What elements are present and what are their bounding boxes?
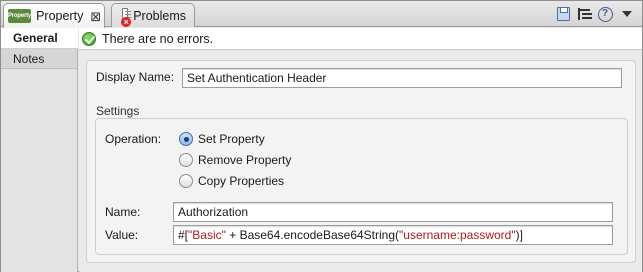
- tab-property[interactable]: Property Property ⊠: [3, 3, 105, 28]
- tree-button[interactable]: [576, 6, 592, 22]
- view-toolbar: ?: [555, 6, 634, 22]
- sidebar-item-general[interactable]: General: [1, 28, 78, 49]
- radio-button[interactable]: [179, 132, 193, 146]
- settings-group: Operation: Set Property Remove Property …: [95, 118, 628, 255]
- view-menu-button[interactable]: [618, 6, 634, 22]
- general-form: Display Name: Set Authentication Header …: [79, 51, 642, 272]
- help-icon: ?: [597, 6, 613, 22]
- value-field[interactable]: #["Basic" + Base64.encodeBase64String("u…: [173, 225, 613, 245]
- display-name-label: Display Name:: [96, 70, 175, 84]
- radio-button[interactable]: [179, 174, 193, 188]
- close-icon[interactable]: ⊠: [90, 10, 101, 23]
- radio-label: Set Property: [198, 132, 265, 146]
- property-icon: Property: [8, 9, 31, 23]
- radio-remove-property[interactable]: Remove Property: [179, 153, 291, 167]
- value-expression: + Base64.encodeBase64String(: [225, 228, 400, 242]
- validation-status-bar: There are no errors.: [79, 28, 642, 50]
- value-prefix: #[: [178, 228, 189, 242]
- operation-label: Operation:: [105, 132, 162, 146]
- save-button[interactable]: [555, 6, 571, 22]
- settings-title: Settings: [96, 104, 140, 118]
- sidebar: General Notes: [1, 28, 78, 272]
- form-panel: Display Name: Set Authentication Header …: [86, 60, 636, 263]
- radio-copy-properties[interactable]: Copy Properties: [179, 174, 284, 188]
- name-field[interactable]: Authorization: [173, 202, 613, 222]
- tree-icon: [577, 7, 591, 21]
- value-label: Value:: [105, 228, 139, 242]
- ok-check-icon: [82, 31, 96, 46]
- radio-label: Copy Properties: [198, 174, 285, 188]
- name-label: Name:: [105, 205, 141, 219]
- tab-problems[interactable]: Problems: [111, 3, 195, 27]
- sidebar-item-notes[interactable]: Notes: [1, 49, 77, 69]
- property-view: Property Property ⊠ Problems ? General N…: [0, 0, 643, 272]
- display-name-field[interactable]: Set Authentication Header: [182, 68, 622, 88]
- view-menu-icon: [622, 11, 632, 17]
- problems-icon: [121, 8, 132, 27]
- status-message: There are no errors.: [102, 31, 214, 46]
- radio-button[interactable]: [179, 153, 193, 167]
- tab-property-label: Property: [36, 9, 84, 23]
- view-tab-bar: Property Property ⊠ Problems ?: [1, 1, 642, 28]
- value-suffix: )]: [515, 228, 523, 242]
- save-icon: [556, 7, 570, 21]
- value-string-literal: "username:password": [399, 228, 516, 242]
- tab-problems-label: Problems: [133, 8, 186, 23]
- radio-set-property[interactable]: Set Property: [179, 132, 265, 146]
- radio-label: Remove Property: [198, 153, 292, 167]
- value-string-literal: "Basic": [188, 228, 226, 242]
- help-button[interactable]: ?: [597, 6, 613, 22]
